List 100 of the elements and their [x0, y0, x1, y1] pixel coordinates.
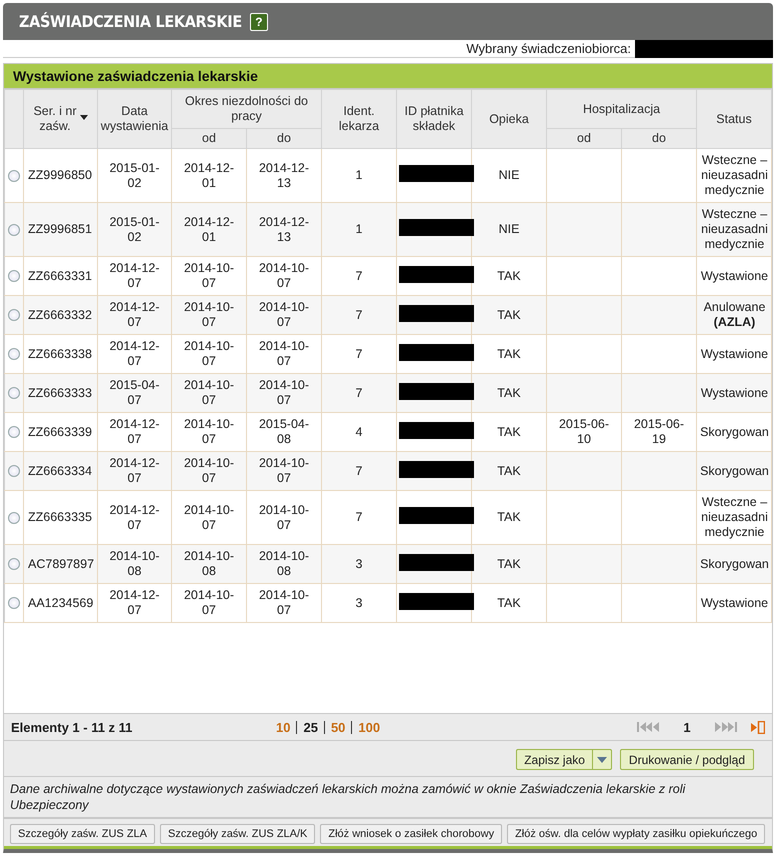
- table-cell: ZZ6663338: [28, 346, 92, 360]
- table-cell-text: 2014-12-07: [108, 588, 161, 618]
- table-cell: NIE: [498, 222, 520, 236]
- table-cell-text: 2014-10-07: [258, 502, 310, 532]
- table-cell-text: 2015-01-02: [108, 160, 161, 190]
- column-header: od: [577, 131, 591, 145]
- table-cell-text: 2014-10-07: [182, 502, 236, 532]
- panel-title: Wystawione zaświadczenia lekarskie: [4, 64, 772, 89]
- action-button[interactable]: Szczegóły zaśw. ZUS ZLA/K: [160, 824, 316, 844]
- table-cell-text: Wystawione: [700, 268, 770, 284]
- table-cell: AA1234569: [28, 596, 94, 610]
- print-preview-button[interactable]: Drukowanie / podgląd: [620, 749, 754, 770]
- table-cell: TAK: [497, 464, 521, 478]
- table-cell: ZZ6663339: [28, 424, 92, 438]
- help-button[interactable]: ?: [250, 12, 268, 30]
- row-radio[interactable]: [8, 270, 20, 282]
- table-cell-text: Anulowane (AZLA): [702, 300, 766, 330]
- table-cell-text: 2014-10-07: [182, 378, 236, 408]
- dropdown-caret-icon: [596, 756, 607, 762]
- table-cell: 7: [356, 346, 362, 360]
- table-cell-text: Wystawione: [700, 596, 770, 610]
- table-cell-text: 2014-12-07: [108, 502, 161, 532]
- table-cell-text: 2014-12-07: [108, 261, 161, 291]
- table-cell-text: 2014-10-07: [182, 417, 236, 447]
- table-cell-text: 2015-06-10: [558, 417, 610, 447]
- table-cell-text: 2014-10-07: [182, 588, 236, 618]
- table-cell-text: 2014-10-07: [182, 300, 236, 330]
- table-cell: ZZ6663332: [28, 308, 92, 322]
- table-cell-text: 2014-10-07: [258, 261, 310, 291]
- table-cell-text: Wystawione: [700, 346, 770, 362]
- table-cell-text: 2014-10-08: [258, 549, 310, 579]
- column-header: Hospitalizacja: [582, 102, 660, 116]
- row-radio[interactable]: [8, 465, 20, 478]
- table-cell-text: 2014-12-07: [108, 456, 161, 486]
- table-cell: TAK: [497, 308, 521, 322]
- table-cell-text: 2014-12-07: [108, 339, 161, 369]
- table-cell: ZZ9996850: [28, 168, 92, 182]
- table-cell-text: 2014-10-07: [258, 456, 310, 486]
- table-cell: TAK: [497, 346, 521, 360]
- table-cell-text: 2014-10-07: [182, 261, 236, 291]
- table-cell-text: 2014-12-13: [258, 214, 310, 244]
- table-cell: 4: [356, 424, 362, 438]
- table-cell: 1: [356, 222, 362, 236]
- table-cell: TAK: [497, 424, 521, 438]
- table-cell: ZZ6663335: [28, 510, 92, 524]
- row-radio[interactable]: [8, 348, 20, 360]
- table-cell-text: Wystawione: [700, 386, 770, 400]
- action-button[interactable]: Szczegóły zaśw. ZUS ZLA: [10, 824, 155, 844]
- table-cell: TAK: [497, 386, 521, 400]
- page-title: ZAŚWIADCZENIA LEKARSKIE: [19, 12, 242, 31]
- table-cell-text: Wsteczne – nieuzasadni medycznie: [700, 495, 769, 540]
- column-header: od: [202, 131, 216, 145]
- table-cell-text: Skorygowan: [699, 556, 770, 572]
- table-cell: TAK: [497, 510, 521, 524]
- table-cell: 7: [356, 386, 362, 400]
- row-radio[interactable]: [8, 597, 20, 610]
- table-cell-text: Wsteczne – nieuzasadni medycznie: [700, 207, 769, 252]
- row-radio[interactable]: [8, 309, 20, 322]
- export-icon[interactable]: [751, 720, 765, 734]
- table-cell-text: 2014-10-08: [108, 549, 161, 579]
- table-cell: TAK: [497, 556, 521, 570]
- table-cell: 1: [356, 168, 362, 182]
- table-cell-text: 2014-12-07: [108, 300, 161, 330]
- column-header: do: [652, 131, 666, 145]
- table-cell: 7: [356, 510, 362, 524]
- table-cell: ZZ6663331: [28, 268, 92, 282]
- column-header: Ident. lekarza: [338, 104, 380, 133]
- table-cell-text: 2014-10-08: [182, 549, 236, 579]
- row-radio[interactable]: [8, 170, 20, 182]
- table-cell: 3: [356, 596, 362, 610]
- row-radio[interactable]: [8, 224, 20, 236]
- action-button[interactable]: Złóż wniosek o zasiłek chorobowy: [320, 824, 502, 844]
- action-button[interactable]: Złóż ośw. dla celów wypłaty zasiłku opiekuńczego: [507, 824, 766, 844]
- table-cell-text: 2014-12-01: [182, 214, 236, 244]
- table-cell: TAK: [497, 268, 521, 282]
- table-cell-text: 2014-10-07: [258, 588, 310, 618]
- table-cell-text: 2014-10-07: [182, 339, 236, 369]
- table-cell-text: 2015-04-07: [108, 378, 161, 408]
- table-cell: NIE: [498, 168, 520, 182]
- row-radio[interactable]: [8, 426, 20, 438]
- item-count: Elementy 1 - 11 z 11: [11, 720, 134, 735]
- row-radio[interactable]: [8, 558, 20, 570]
- table-cell-text: 2014-10-07: [258, 300, 310, 330]
- table-cell: 7: [356, 308, 362, 322]
- table-cell: 3: [356, 556, 362, 570]
- table-cell-text: Wsteczne – nieuzasadni medycznie: [700, 153, 769, 198]
- page-size-link[interactable]: 25: [303, 720, 318, 735]
- beneficiary-label: Wybrany świadczeniobiorca:: [466, 41, 631, 56]
- column-header: Opieka: [489, 112, 529, 126]
- row-radio[interactable]: [8, 387, 20, 400]
- sort-caret-icon: [80, 115, 88, 120]
- table-cell-text: 2015-04-08: [258, 417, 310, 447]
- table-cell-text: 2014-12-07: [108, 417, 161, 447]
- save-as-button[interactable]: Zapisz jako: [516, 749, 612, 770]
- row-radio[interactable]: [8, 512, 20, 524]
- table-cell: 7: [356, 268, 362, 282]
- column-header: ID płatnika składek: [404, 104, 464, 133]
- table-cell-text: 2014-10-07: [258, 339, 310, 369]
- column-header: do: [277, 131, 291, 145]
- table-cell: AC7897897: [28, 556, 94, 570]
